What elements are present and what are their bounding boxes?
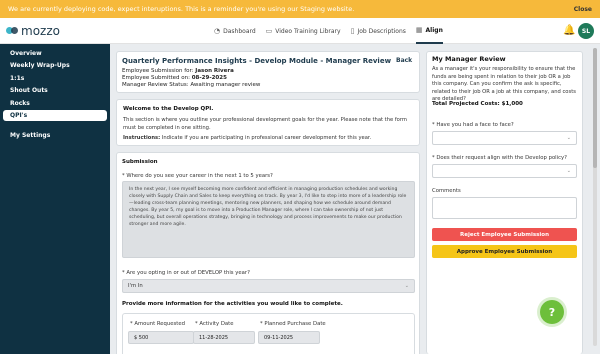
reject-submission-button[interactable]: Reject Employee Submission bbox=[432, 228, 577, 241]
planned-purchase-date-input[interactable]: 09-11-2025 bbox=[258, 331, 320, 344]
activity-date-label: * Activity Date bbox=[195, 321, 234, 327]
welcome-panel: Welcome to the Develop QPI. This section… bbox=[116, 99, 420, 146]
face-to-face-question: * Have you had a face to face? bbox=[432, 122, 514, 128]
banner-close-button[interactable]: Close bbox=[574, 6, 592, 13]
help-question-icon[interactable]: ? bbox=[540, 300, 564, 324]
banner-message: We are currently deploying code, expect … bbox=[8, 5, 355, 13]
amount-requested-label: * Amount Requested bbox=[130, 321, 185, 327]
nav-job-descriptions[interactable]: ▯ Job Descriptions bbox=[351, 18, 406, 44]
face-to-face-select[interactable]: ⌄ bbox=[432, 131, 577, 145]
comments-label: Comments bbox=[432, 188, 461, 194]
submitted-on-date: 08-29-2025 bbox=[191, 75, 227, 81]
instructions-line: Instructions: Indicate if you are partic… bbox=[123, 135, 413, 143]
nav-job-label: Job Descriptions bbox=[357, 27, 406, 35]
submission-for-line: Employee Submission for: Jason Rivera bbox=[122, 68, 234, 74]
page-title: Quarterly Performance Insights - Develop… bbox=[122, 57, 392, 65]
welcome-text: This section is where you outline your p… bbox=[123, 117, 407, 131]
video-icon: ▭ bbox=[265, 27, 273, 35]
sidebar-item-my-settings[interactable]: My Settings bbox=[3, 130, 107, 141]
sidebar-item-one-on-ones[interactable]: 1:1s bbox=[3, 73, 107, 84]
sidebar-item-shout-outs[interactable]: Shout Outs bbox=[3, 85, 107, 96]
sidebar-item-weekly-wrap-ups[interactable]: Weekly Wrap-Ups bbox=[3, 60, 107, 71]
top-navbar: mozzo ◔ Dashboard ▭ Video Training Libra… bbox=[0, 18, 600, 44]
policy-alignment-question: * Does their request align with the Deve… bbox=[432, 155, 567, 161]
instructions-text: Indicate if you are participating in pro… bbox=[161, 135, 372, 141]
submission-heading: Submission bbox=[122, 159, 158, 165]
chevron-down-icon: ⌄ bbox=[566, 168, 571, 174]
logo-text: mozzo bbox=[21, 23, 60, 38]
user-avatar[interactable]: SL bbox=[578, 23, 594, 39]
nav-align-label: Align bbox=[425, 26, 443, 34]
review-status-value: Awaiting manager review bbox=[190, 82, 261, 88]
sidebar-item-qpis[interactable]: QPI's bbox=[3, 110, 107, 121]
dashboard-icon: ◔ bbox=[214, 27, 221, 35]
nav-video-training-library[interactable]: ▭ Video Training Library bbox=[266, 18, 341, 44]
develop-optin-select[interactable]: I'm In ⌄ bbox=[122, 279, 415, 293]
manager-review-title: My Manager Review bbox=[432, 55, 506, 63]
nav-video-label: Video Training Library bbox=[275, 27, 341, 35]
grid-icon: ▦ bbox=[415, 26, 423, 34]
sidebar: Overview Weekly Wrap-Ups 1:1s Shout Outs… bbox=[0, 44, 110, 354]
document-icon: ▯ bbox=[350, 27, 355, 35]
scrollbar-thumb[interactable] bbox=[593, 48, 597, 168]
instructions-label: Instructions: bbox=[123, 135, 161, 141]
policy-alignment-select[interactable]: ⌄ bbox=[432, 164, 577, 178]
notifications-bell-icon[interactable]: 🔔 bbox=[563, 25, 575, 36]
submitted-on-line: Employee Submitted on: 08-29-2025 bbox=[122, 75, 227, 81]
approve-submission-button[interactable]: Approve Employee Submission bbox=[432, 245, 577, 258]
activities-heading: Provide more information for the activit… bbox=[122, 301, 343, 307]
career-question: * Where do you see your career in the ne… bbox=[122, 173, 273, 179]
total-projected-costs: Total Projected Costs: $1,000 bbox=[432, 101, 523, 107]
welcome-heading: Welcome to the Develop QPI. bbox=[123, 106, 214, 112]
review-status-line: Manager Review Status: Awaiting manager … bbox=[122, 82, 260, 88]
employee-name: Jason Rivera bbox=[195, 68, 234, 74]
mozzo-logo[interactable]: mozzo bbox=[6, 24, 60, 38]
chevron-down-icon: ⌄ bbox=[404, 283, 409, 289]
amount-requested-input[interactable]: $ 500 bbox=[128, 331, 194, 344]
manager-review-intro: As a manager it's your responsibility to… bbox=[432, 66, 576, 102]
submitted-on-label: Employee Submitted on: bbox=[122, 75, 190, 81]
career-answer-textarea[interactable]: In the next year, I see myself becoming … bbox=[122, 181, 415, 258]
main-nav: ◔ Dashboard ▭ Video Training Library ▯ J… bbox=[214, 18, 443, 44]
develop-optin-value: I'm In bbox=[128, 283, 143, 289]
back-button[interactable]: Back bbox=[396, 57, 412, 64]
comments-textarea[interactable] bbox=[432, 197, 577, 219]
logo-mark-icon bbox=[6, 26, 18, 36]
chevron-down-icon: ⌄ bbox=[566, 135, 571, 141]
nav-dashboard[interactable]: ◔ Dashboard bbox=[214, 18, 256, 44]
planned-purchase-date-label: * Planned Purchase Date bbox=[260, 321, 326, 327]
activity-date-input[interactable]: 11-28-2025 bbox=[193, 331, 255, 344]
page-scrollbar[interactable] bbox=[593, 48, 597, 346]
submission-for-label: Employee Submission for: bbox=[122, 68, 194, 74]
nav-align[interactable]: ▦ Align bbox=[415, 18, 443, 44]
sidebar-item-overview[interactable]: Overview bbox=[3, 48, 107, 59]
review-status-label: Manager Review Status: bbox=[122, 82, 189, 88]
nav-dashboard-label: Dashboard bbox=[223, 27, 256, 35]
staging-banner: We are currently deploying code, expect … bbox=[0, 0, 600, 18]
develop-optin-question: * Are you opting in or out of DEVELOP th… bbox=[122, 270, 250, 276]
sidebar-item-rocks[interactable]: Rocks bbox=[3, 98, 107, 109]
